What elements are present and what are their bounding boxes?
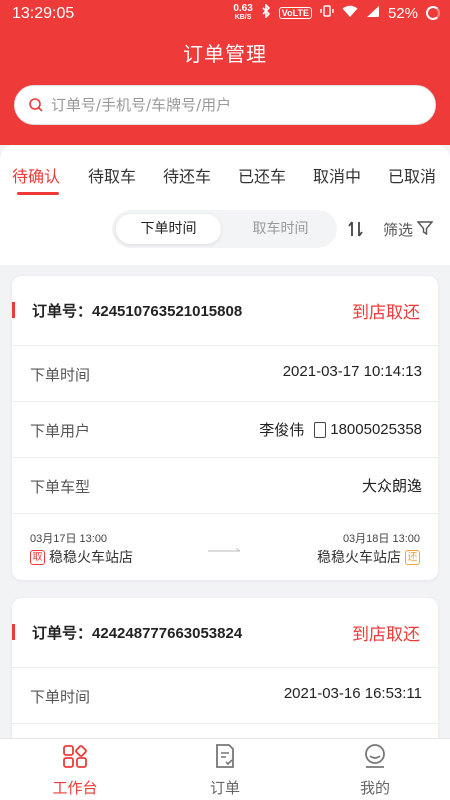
order-mode: 到店取还 (352, 625, 420, 645)
app-header: 13:29:05 0.63 KB/S VoLTE 52% 订单管理 (0, 0, 450, 145)
return-store: 稳稳火车站店 还 (317, 547, 420, 567)
signal-icon (366, 5, 380, 22)
grid-icon (63, 745, 87, 768)
volte-badge: VoLTE (278, 7, 312, 19)
battery-icon (426, 6, 440, 20)
user-phone[interactable]: 18005025358 (330, 421, 422, 438)
order-card-header: 订单号：424510763521015808 到店取还 (12, 276, 438, 346)
tab-pending-pickup[interactable]: 待取车 (88, 163, 136, 187)
tab-active-indicator (17, 192, 59, 195)
order-number: 订单号：424248777663053824 (32, 624, 243, 642)
tab-cancelling[interactable]: 取消中 (313, 163, 361, 187)
order-model-row: 下单车型 大众朗逸 (12, 458, 438, 514)
route-arrow-icon (208, 548, 241, 552)
network-speed: 0.63 KB/S (233, 3, 253, 22)
search-icon (27, 96, 45, 114)
status-time: 13:29:05 (12, 5, 75, 22)
wifi-icon (342, 5, 358, 22)
pickup-badge: 取 (30, 549, 45, 565)
status-icons: 0.63 KB/S VoLTE 52% (233, 3, 440, 22)
order-number: 订单号：424510763521015808 (32, 302, 243, 320)
pickup-store: 取 稳稳火车站店 (30, 547, 133, 567)
sort-toggle-icon[interactable] (346, 219, 366, 239)
car-model-value: 大众朗逸 (361, 477, 422, 495)
page-title: 订单管理 (183, 42, 267, 66)
bluetooth-icon (261, 3, 271, 22)
vibrate-icon (320, 4, 334, 22)
search-bar[interactable] (14, 85, 436, 125)
order-card[interactable]: 订单号：424510763521015808 到店取还 下单时间 2021-03… (12, 276, 438, 580)
tab-pending-confirm[interactable]: 待确认 (12, 163, 60, 187)
profile-icon (365, 744, 385, 768)
order-time-value: 2021-03-16 16:53:11 (283, 685, 422, 702)
order-doc-icon (216, 744, 234, 768)
return-badge: 还 (405, 549, 420, 565)
nav-workbench[interactable]: 工作台 (0, 739, 150, 800)
order-mode: 到店取还 (352, 303, 420, 323)
order-card[interactable]: 订单号：424248777663053824 到店取还 下单时间 2021-03… (12, 598, 438, 758)
battery-percent: 52% (387, 4, 418, 22)
pickup-time: 03月17日 13:00 (30, 533, 108, 545)
order-user-row: 下单用户 李俊伟 18005025358 (12, 402, 438, 458)
search-input[interactable] (51, 96, 411, 114)
accent-bar (12, 302, 15, 318)
status-tabs: 待确认 待取车 待还车 已还车 取消中 已取消 (0, 163, 450, 193)
sort-segment: 下单时间 取车时间 (112, 210, 337, 248)
user-name: 李俊伟 (259, 422, 305, 439)
return-time: 03月18日 13:00 (342, 533, 420, 545)
status-bar: 13:29:05 0.63 KB/S VoLTE 52% (0, 0, 450, 28)
phone-icon (314, 421, 327, 438)
filter-button[interactable]: 筛选 (383, 219, 434, 240)
sort-by-pickup-time[interactable]: 取车时间 (228, 214, 333, 244)
filter-icon (416, 220, 434, 240)
route-info: 03月17日 13:00 取 稳稳火车站店 03月18日 13:00 稳稳火车站… (12, 514, 438, 580)
order-time-value: 2021-03-17 10:14:13 (282, 363, 422, 380)
tab-pending-return[interactable]: 待还车 (163, 163, 211, 187)
bottom-nav: 工作台 订单 我的 (0, 738, 450, 800)
order-filter-panel: 待确认 待取车 待还车 已还车 取消中 已取消 下单时间 取车时间 筛选 (0, 145, 450, 265)
order-user-value: 李俊伟 18005025358 (259, 419, 422, 440)
filter-label: 筛选 (383, 221, 414, 239)
nav-profile[interactable]: 我的 (300, 739, 450, 800)
accent-bar (12, 624, 15, 640)
order-time-row: 下单时间 2021-03-16 16:53:11 (12, 668, 438, 724)
tab-returned[interactable]: 已还车 (238, 163, 286, 187)
nav-orders[interactable]: 订单 (150, 739, 300, 800)
sort-by-order-time[interactable]: 下单时间 (116, 214, 221, 244)
tab-cancelled[interactable]: 已取消 (388, 163, 436, 187)
order-card-header: 订单号：424248777663053824 到店取还 (12, 598, 438, 668)
order-time-row: 下单时间 2021-03-17 10:14:13 (12, 346, 438, 402)
